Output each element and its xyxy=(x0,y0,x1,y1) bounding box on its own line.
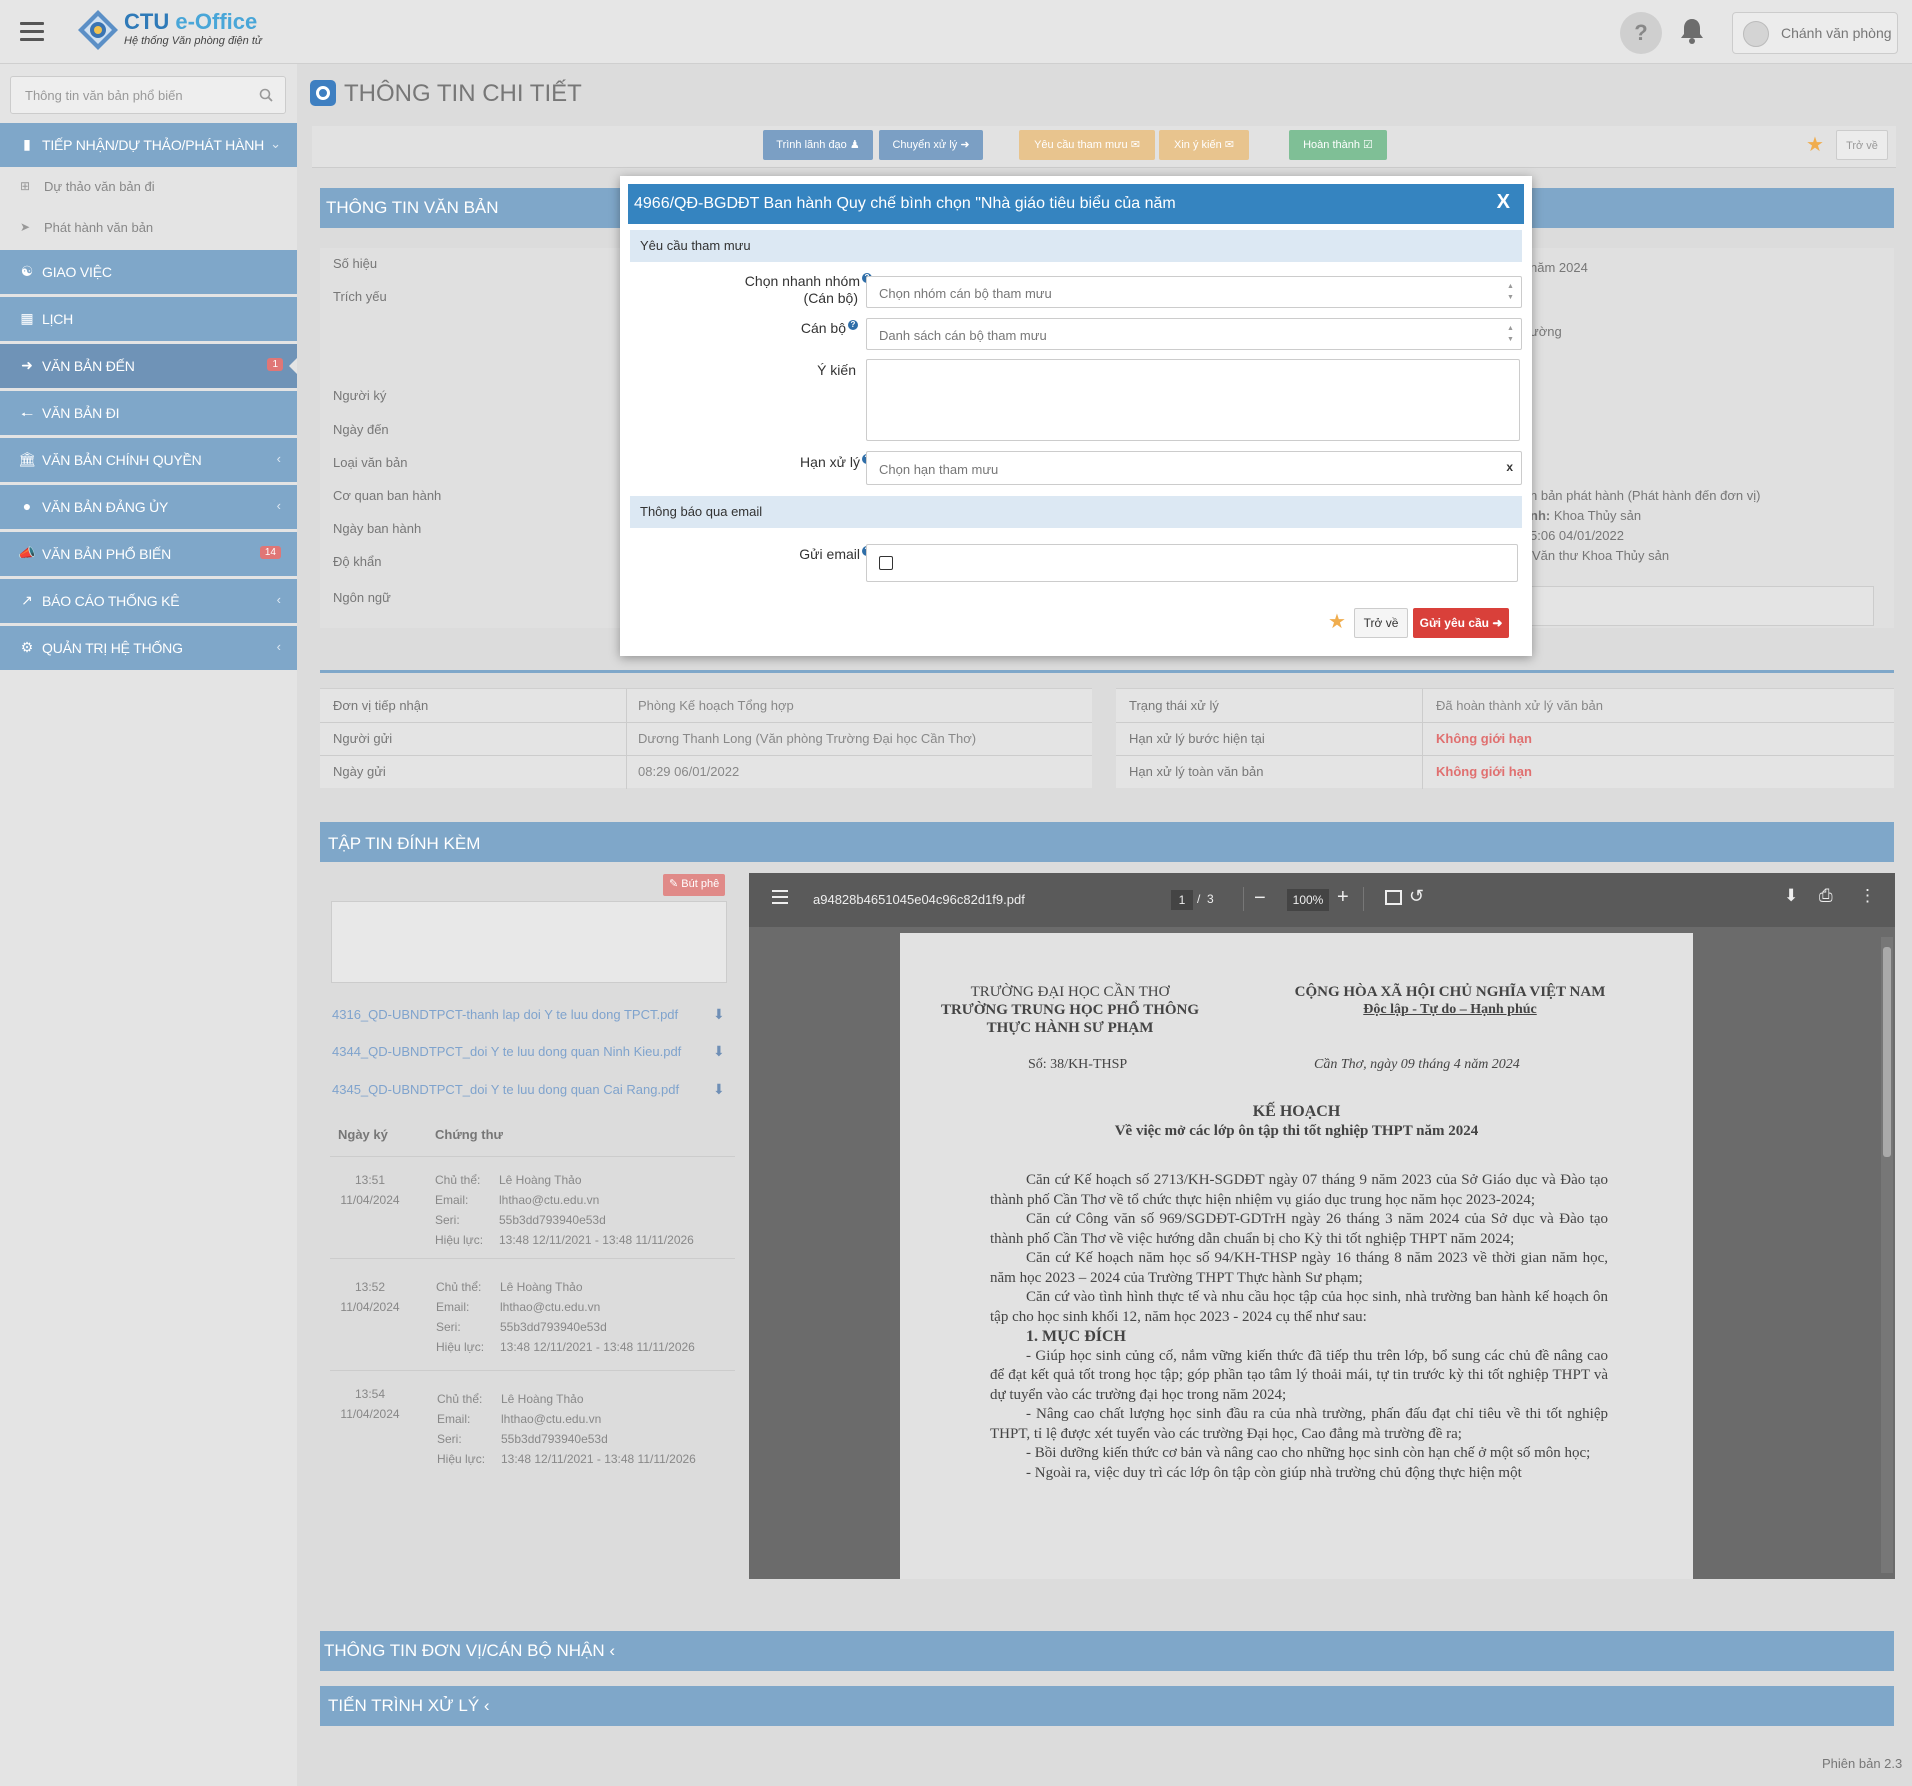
group-label: Chọn nhanh nhóm?(Cán bộ) xyxy=(680,273,872,307)
modal-back-button[interactable]: Trở về xyxy=(1354,608,1408,638)
help-icon[interactable]: ? xyxy=(848,320,858,330)
deadline-label: Hạn xử lý? xyxy=(680,454,872,470)
spinner-icon: ▲ ▼ xyxy=(1507,325,1514,343)
email-checkbox-field xyxy=(866,544,1518,582)
email-label: Gửi email? xyxy=(680,546,872,562)
modal-section-email: Thông báo qua email xyxy=(630,496,1522,528)
spinner-icon: ▲ ▼ xyxy=(1507,283,1514,301)
group-select[interactable]: Chọn nhóm cán bộ tham mưu ▲ ▼ xyxy=(866,276,1522,308)
star-icon[interactable]: ★ xyxy=(1328,609,1346,634)
send-email-checkbox[interactable] xyxy=(879,556,893,570)
send-request-button[interactable]: Gửi yêu cầu ➜ xyxy=(1413,608,1509,638)
deadline-input[interactable]: Chọn hạn tham mưu x xyxy=(866,451,1522,485)
modal-header: 4966/QĐ-BGDĐT Ban hành Quy chế bình chọn… xyxy=(628,184,1524,224)
modal-title: 4966/QĐ-BGDĐT Ban hành Quy chế bình chọn… xyxy=(634,195,1176,212)
request-advice-modal: 4966/QĐ-BGDĐT Ban hành Quy chế bình chọn… xyxy=(620,176,1532,656)
opinion-label: Ý kiến xyxy=(817,362,856,378)
modal-section-request: Yêu cầu tham mưu xyxy=(630,230,1522,262)
opinion-textarea[interactable] xyxy=(866,359,1520,441)
clear-icon[interactable]: x xyxy=(1506,460,1513,474)
close-icon[interactable]: X xyxy=(1497,191,1510,214)
staff-label: Cán bộ? xyxy=(680,320,872,336)
staff-select[interactable]: Danh sách cán bộ tham mưu ▲ ▼ xyxy=(866,318,1522,350)
